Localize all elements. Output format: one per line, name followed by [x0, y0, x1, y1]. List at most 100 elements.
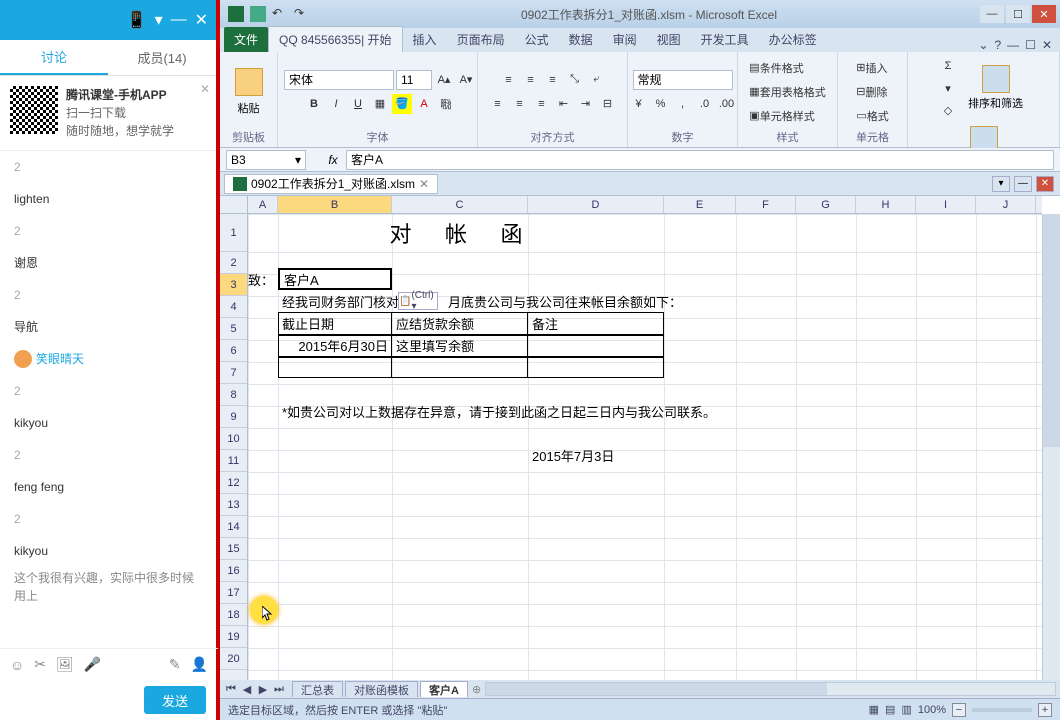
sort-filter-button[interactable]: 排序和筛选 [962, 63, 1029, 113]
font-size-combo[interactable]: 11 [396, 70, 432, 90]
spreadsheet-grid[interactable]: ABCDEFGHIJ 12345678910111213141516171819… [220, 196, 1060, 698]
person-icon[interactable]: 👤 [191, 656, 208, 673]
orientation-icon[interactable]: ⤡ [565, 70, 585, 90]
send-button[interactable]: 发送 [144, 686, 206, 714]
delete-cells-button[interactable]: ⊟ 删除 [855, 82, 888, 102]
zoom-level[interactable]: 100% [918, 704, 946, 716]
col-header[interactable]: E [664, 196, 736, 213]
row-header[interactable]: 11 [220, 450, 247, 472]
tab-review[interactable]: 审阅 [603, 27, 647, 52]
sheet-tab[interactable]: 对账函模板 [345, 681, 418, 697]
row-header[interactable]: 16 [220, 560, 247, 582]
currency-icon[interactable]: ¥ [629, 94, 649, 114]
formula-input[interactable]: 客户A [346, 150, 1054, 170]
edit-icon[interactable]: ✎ [169, 656, 181, 673]
bold-button[interactable]: B [304, 94, 324, 114]
scissors-icon[interactable]: ✂ [34, 656, 46, 673]
save-icon[interactable] [250, 6, 266, 22]
cell-style-button[interactable]: ▣ 单元格样式 [748, 106, 815, 126]
cell-a3[interactable]: 致： [248, 268, 278, 290]
user-name[interactable]: 笑眼晴天 [0, 343, 216, 375]
phone-icon[interactable]: 📱 [127, 10, 147, 30]
user-name[interactable]: kikyou [0, 535, 216, 567]
border-button[interactable]: ▦ [370, 94, 390, 114]
merge-button[interactable]: ⊟ [598, 94, 618, 114]
indent-inc-icon[interactable]: ⇥ [576, 94, 596, 114]
autosum-icon[interactable]: Σ [938, 56, 958, 76]
tab-office[interactable]: 办公标签 [759, 27, 827, 52]
row-header[interactable]: 3 [220, 274, 247, 296]
row-header[interactable]: 14 [220, 516, 247, 538]
wrap-text-button[interactable]: ⤶ [587, 70, 607, 90]
qr-close-icon[interactable]: ✕ [200, 82, 210, 96]
align-top-icon[interactable]: ≡ [499, 70, 519, 90]
dec-decimal-icon[interactable]: .00 [717, 94, 737, 114]
clear-icon[interactable]: ◇ [938, 100, 958, 120]
name-box[interactable]: B3▾ [226, 150, 306, 170]
minimize-ribbon-icon[interactable]: ⌄ [978, 38, 988, 52]
tab-view[interactable]: 视图 [647, 27, 691, 52]
col-header[interactable]: D [528, 196, 664, 213]
underline-button[interactable]: U [348, 94, 368, 114]
italic-button[interactable]: I [326, 94, 346, 114]
win-min-icon[interactable]: — [1007, 38, 1019, 52]
col-header[interactable]: J [976, 196, 1036, 213]
close-button[interactable]: ✕ [1032, 5, 1056, 23]
sheet-tab[interactable]: 客户A [420, 681, 468, 697]
paste-options-button[interactable]: 📋 (Ctrl) ▾ [398, 292, 438, 310]
insert-cells-button[interactable]: ⊞ 插入 [855, 58, 888, 78]
phonetic-button[interactable]: ㍾ [436, 94, 456, 114]
col-header[interactable]: A [248, 196, 278, 213]
shrink-font-icon[interactable]: A▾ [456, 70, 476, 90]
sheet-nav-first-icon[interactable]: ⏮ [224, 683, 238, 696]
paste-button[interactable]: 粘贴 [229, 56, 269, 127]
cond-format-button[interactable]: ▤ 条件格式 [748, 58, 804, 78]
row-header[interactable]: 10 [220, 428, 247, 450]
sheet-nav-next-icon[interactable]: ▶ [256, 683, 270, 696]
row-header[interactable]: 6 [220, 340, 247, 362]
select-all-corner[interactable] [220, 196, 248, 214]
workbook-tab[interactable]: 0902工作表拆分1_对账函.xlsm ✕ [224, 174, 438, 194]
inc-decimal-icon[interactable]: .0 [695, 94, 715, 114]
col-header[interactable]: F [736, 196, 796, 213]
cell-title[interactable]: 对 帐 函 [248, 214, 678, 252]
maximize-button[interactable]: ☐ [1006, 5, 1030, 23]
col-header[interactable]: B [278, 196, 392, 213]
user-name[interactable]: feng feng [0, 471, 216, 503]
tab-dev[interactable]: 开发工具 [691, 27, 759, 52]
help-icon[interactable]: ? [994, 38, 1001, 52]
row-header[interactable]: 12 [220, 472, 247, 494]
row-header[interactable]: 19 [220, 626, 247, 648]
zoom-in-button[interactable]: + [1038, 703, 1052, 717]
sheet-nav-last-icon[interactable]: ⏭ [272, 683, 286, 696]
user-name[interactable]: 导航 [0, 311, 216, 343]
undo-icon[interactable]: ↶ [272, 6, 288, 22]
tab-members[interactable]: 成员(14) [108, 40, 216, 75]
view-break-icon[interactable]: ▥ [901, 703, 911, 716]
comma-icon[interactable]: , [673, 94, 693, 114]
tab-layout[interactable]: 页面布局 [447, 27, 515, 52]
selected-cell[interactable]: 客户A [278, 268, 392, 290]
close-tab-icon[interactable]: ✕ [419, 177, 429, 191]
align-mid-icon[interactable]: ≡ [521, 70, 541, 90]
cell-r6a[interactable]: 2015年6月30日 [278, 334, 392, 356]
sheet-tab[interactable]: 汇总表 [292, 681, 343, 697]
tab-insert[interactable]: 插入 [403, 27, 447, 52]
font-name-combo[interactable]: 宋体 [284, 70, 394, 90]
doc-close-icon[interactable]: ✕ [1036, 176, 1054, 192]
format-cells-button[interactable]: ▭ 格式 [855, 106, 889, 126]
vertical-scrollbar[interactable] [1042, 214, 1060, 680]
row-header[interactable]: 17 [220, 582, 247, 604]
view-normal-icon[interactable]: ▦ [869, 703, 879, 716]
align-bot-icon[interactable]: ≡ [543, 70, 563, 90]
align-center-icon[interactable]: ≡ [510, 94, 530, 114]
mic-icon[interactable]: 🎤 [84, 656, 101, 673]
font-color-button[interactable]: A [414, 94, 434, 114]
align-left-icon[interactable]: ≡ [488, 94, 508, 114]
cell-r6b[interactable]: 这里填写余额 [392, 334, 528, 356]
row-header[interactable]: 2 [220, 252, 247, 274]
user-name[interactable]: lighten [0, 183, 216, 215]
cell-row4b[interactable]: 月底贵公司与我公司往来帐目余额如下： [444, 290, 704, 312]
user-name[interactable]: 谢恩 [0, 247, 216, 279]
new-sheet-icon[interactable]: ⊕ [472, 683, 481, 696]
